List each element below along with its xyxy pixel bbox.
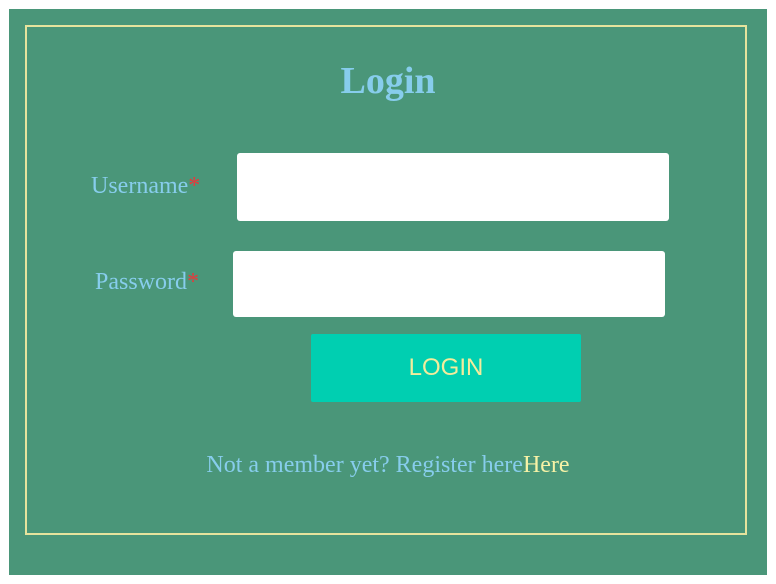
register-prompt-text: Not a member yet? Register here <box>206 452 523 478</box>
password-label: Password* <box>95 268 199 296</box>
login-button[interactable]: LOGIN <box>311 334 581 402</box>
password-input[interactable] <box>233 251 665 317</box>
login-panel: Login Username* Password* LOGIN Not a me… <box>9 9 767 575</box>
username-label-text: Username <box>91 173 189 199</box>
username-input[interactable] <box>237 153 669 221</box>
login-title: Login <box>340 60 436 102</box>
password-label-text: Password <box>95 269 188 295</box>
username-label: Username* <box>91 172 200 200</box>
register-here-link[interactable]: Here <box>523 452 570 478</box>
register-prompt: Not a member yet? Register hereHere <box>9 451 767 479</box>
password-required-marker: * <box>187 269 200 295</box>
username-required-marker: * <box>188 173 201 199</box>
